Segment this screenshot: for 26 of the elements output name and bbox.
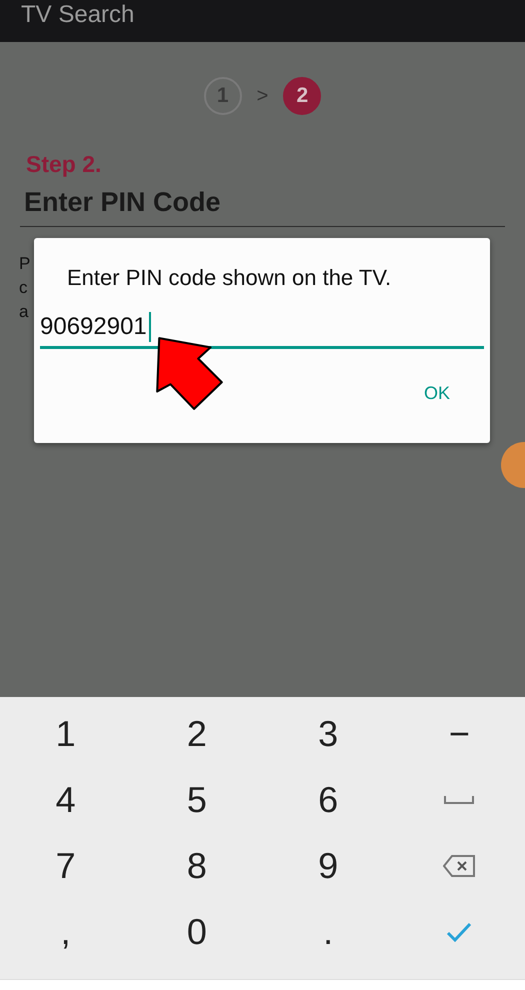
body-text: c (19, 277, 28, 299)
keyboard-key[interactable]: 9 (262, 833, 394, 899)
keyboard-key[interactable]: 1 (0, 701, 132, 767)
body-text: a (19, 301, 28, 323)
keyboard-key[interactable]: 3 (262, 701, 394, 767)
keyboard-key[interactable]: 5 (131, 767, 262, 833)
step-separator: > (256, 84, 268, 108)
space-icon (444, 795, 474, 805)
keyboard-key[interactable]: 7 (0, 833, 132, 899)
keyboard-key[interactable]: 6 (262, 767, 394, 833)
keyboard-key[interactable]: , (0, 899, 132, 965)
dialog-message: Enter PIN code shown on the TV. (66, 265, 392, 291)
backspace-icon (443, 855, 476, 877)
step-indicator: 2 (283, 77, 322, 115)
keyboard-key[interactable]: 4 (0, 767, 132, 833)
app-title: TV Search (21, 0, 134, 30)
keyboard-key[interactable]: − (394, 701, 525, 767)
checkmark-icon (446, 922, 472, 942)
keyboard-key[interactable]: 0 (131, 899, 262, 965)
ok-button[interactable]: OK (420, 379, 454, 408)
body-text: P (19, 253, 30, 275)
page-heading: Enter PIN Code (24, 187, 222, 218)
keyboard-key[interactable]: 8 (131, 833, 262, 899)
keyboard-key[interactable]: . (262, 899, 394, 965)
keyboard-key[interactable]: 2 (131, 701, 262, 767)
step-label: Step 2. (26, 151, 102, 178)
